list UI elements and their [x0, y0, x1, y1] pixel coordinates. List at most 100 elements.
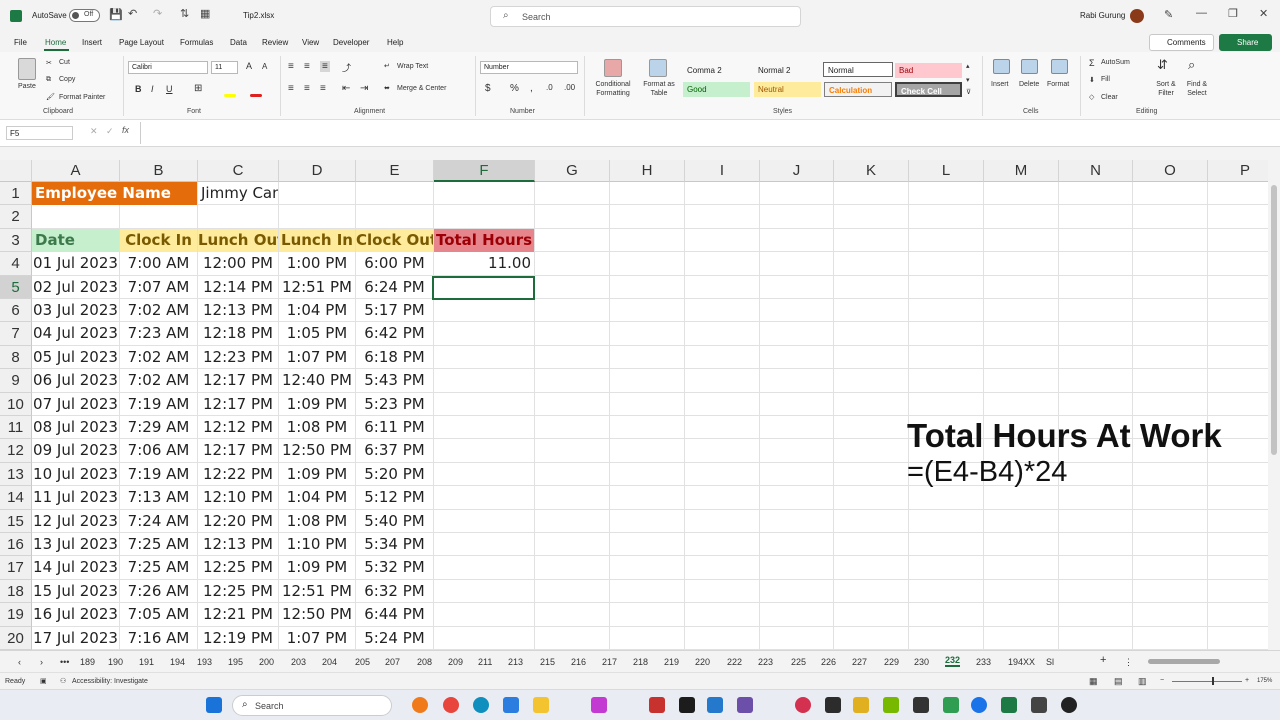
- cut-button[interactable]: Cut: [59, 59, 70, 66]
- cell-c19[interactable]: 12:21 PM: [198, 603, 278, 626]
- zoom-in-icon[interactable]: +: [1245, 677, 1249, 684]
- wrap-text-icon[interactable]: ↵: [384, 62, 390, 70]
- cell-b20[interactable]: 7:16 AM: [120, 627, 197, 650]
- cell-d20[interactable]: 1:07 PM: [279, 627, 355, 650]
- cell-a16[interactable]: 13 Jul 2023: [32, 533, 119, 556]
- cell-a20[interactable]: 17 Jul 2023: [32, 627, 119, 650]
- cell-b4[interactable]: 7:00 AM: [120, 252, 197, 275]
- cell-b10[interactable]: 7:19 AM: [120, 393, 197, 416]
- row-header-9[interactable]: 9: [0, 369, 32, 393]
- cell-b5[interactable]: 7:07 AM: [120, 276, 197, 299]
- close-icon[interactable]: ✕: [1259, 7, 1268, 20]
- cell-d14[interactable]: 1:04 PM: [279, 486, 355, 509]
- minimize-icon[interactable]: —: [1196, 7, 1207, 19]
- delete-cells-button[interactable]: Delete: [1019, 81, 1039, 88]
- unity-icon[interactable]: [913, 697, 929, 713]
- row-header-12[interactable]: 12: [0, 439, 32, 463]
- remote-icon[interactable]: [1031, 697, 1047, 713]
- search-box[interactable]: ⌕ Search: [490, 6, 801, 27]
- tab-view[interactable]: View: [302, 38, 319, 47]
- tab-data[interactable]: Data: [230, 38, 247, 47]
- increase-indent-icon[interactable]: ⇥: [360, 83, 368, 94]
- align-right-icon[interactable]: ≡: [320, 83, 326, 94]
- delete-cells-icon[interactable]: [1021, 59, 1038, 74]
- cell-a5[interactable]: 02 Jul 2023: [32, 276, 119, 299]
- sheet-tab-204[interactable]: 204: [322, 657, 337, 667]
- autosave-toggle[interactable]: Off: [69, 9, 100, 22]
- cell-c7[interactable]: 12:18 PM: [198, 322, 278, 345]
- sheet-tab-207[interactable]: 207: [385, 657, 400, 667]
- cell-a13[interactable]: 10 Jul 2023: [32, 463, 119, 486]
- style-bad[interactable]: Bad: [895, 63, 962, 78]
- cell-b6[interactable]: 7:02 AM: [120, 299, 197, 322]
- cell-a14[interactable]: 11 Jul 2023: [32, 486, 119, 509]
- copy-button[interactable]: Copy: [59, 76, 75, 83]
- paste-icon[interactable]: [18, 58, 36, 80]
- nvidia-icon[interactable]: [883, 697, 899, 713]
- macro-record-icon[interactable]: ▣: [40, 677, 47, 685]
- cell-c14[interactable]: 12:10 PM: [198, 486, 278, 509]
- sheet-tab-191[interactable]: 191: [139, 657, 154, 667]
- cell-e13[interactable]: 5:20 PM: [356, 463, 433, 486]
- cell-a19[interactable]: 16 Jul 2023: [32, 603, 119, 626]
- more-sheets-icon[interactable]: •••: [60, 657, 69, 667]
- clear-button[interactable]: Clear: [1101, 94, 1118, 101]
- sort-icon[interactable]: ⇅: [180, 7, 189, 20]
- style-normal[interactable]: Normal: [823, 62, 893, 77]
- header-date[interactable]: Date: [32, 228, 119, 253]
- cell-e8[interactable]: 6:18 PM: [356, 346, 433, 369]
- cell-e17[interactable]: 5:32 PM: [356, 556, 433, 579]
- align-left-icon[interactable]: ≡: [288, 83, 294, 94]
- percent-icon[interactable]: %: [510, 83, 519, 94]
- zoom-out-icon[interactable]: −: [1160, 677, 1164, 684]
- column-header-c[interactable]: C: [198, 160, 279, 182]
- comments-button[interactable]: Comments: [1149, 34, 1214, 51]
- vscode-icon[interactable]: [707, 697, 723, 713]
- column-header-o[interactable]: O: [1133, 160, 1208, 182]
- cell-e6[interactable]: 5:17 PM: [356, 299, 433, 322]
- row-header-2[interactable]: 2: [0, 205, 32, 229]
- number-format-dropdown[interactable]: Number: [480, 61, 578, 74]
- cell-d17[interactable]: 1:09 PM: [279, 556, 355, 579]
- cell-c4[interactable]: 12:00 PM: [198, 252, 278, 275]
- zoom-slider[interactable]: [1172, 681, 1242, 682]
- zoom-slider-thumb[interactable]: [1212, 677, 1214, 685]
- sheet-tab-194xx[interactable]: 194XX: [1008, 657, 1035, 667]
- tab-home[interactable]: Home: [45, 38, 66, 47]
- borders-icon[interactable]: ⊞: [194, 83, 202, 94]
- sort-filter-icon[interactable]: ⇵: [1157, 57, 1168, 73]
- row-header-19[interactable]: 19: [0, 603, 32, 627]
- wrap-text-button[interactable]: Wrap Text: [397, 63, 428, 70]
- column-header-k[interactable]: K: [834, 160, 909, 182]
- cell-c16[interactable]: 12:13 PM: [198, 533, 278, 556]
- cell-e12[interactable]: 6:37 PM: [356, 439, 433, 462]
- font-name-dropdown[interactable]: Calibri: [128, 61, 208, 74]
- start-icon[interactable]: [206, 697, 222, 713]
- cell-e14[interactable]: 5:12 PM: [356, 486, 433, 509]
- sheet-tab-195[interactable]: 195: [228, 657, 243, 667]
- cancel-icon[interactable]: ✕: [90, 126, 98, 137]
- row-header-17[interactable]: 17: [0, 556, 32, 580]
- tab-page-layout[interactable]: Page Layout: [119, 38, 164, 47]
- sheet-tab-219[interactable]: 219: [664, 657, 679, 667]
- zoom-level[interactable]: 175%: [1257, 678, 1272, 684]
- sheet-tab-194[interactable]: 194: [170, 657, 185, 667]
- tabs-menu-icon[interactable]: ⋮: [1124, 657, 1133, 668]
- cell-a7[interactable]: 04 Jul 2023: [32, 322, 119, 345]
- font-size-dropdown[interactable]: 11: [211, 61, 238, 74]
- cell-c8[interactable]: 12:23 PM: [198, 346, 278, 369]
- sheet-tab-233[interactable]: 233: [976, 657, 991, 667]
- grow-font-icon[interactable]: A: [246, 61, 252, 71]
- cell-d18[interactable]: 12:51 PM: [279, 580, 355, 603]
- cell-c20[interactable]: 12:19 PM: [198, 627, 278, 650]
- chrome-profile-icon[interactable]: [971, 697, 987, 713]
- table-icon[interactable]: ▦: [200, 7, 210, 20]
- fill-icon[interactable]: ⬇: [1089, 76, 1095, 84]
- cell-e15[interactable]: 5:40 PM: [356, 510, 433, 533]
- column-header-g[interactable]: G: [535, 160, 610, 182]
- cell-b9[interactable]: 7:02 AM: [120, 369, 197, 392]
- enter-icon[interactable]: ✓: [106, 126, 114, 137]
- redo-icon[interactable]: ↷: [153, 7, 162, 20]
- fill-button[interactable]: Fill: [1101, 76, 1110, 83]
- styles-scroll-up-icon[interactable]: ▴: [966, 62, 970, 70]
